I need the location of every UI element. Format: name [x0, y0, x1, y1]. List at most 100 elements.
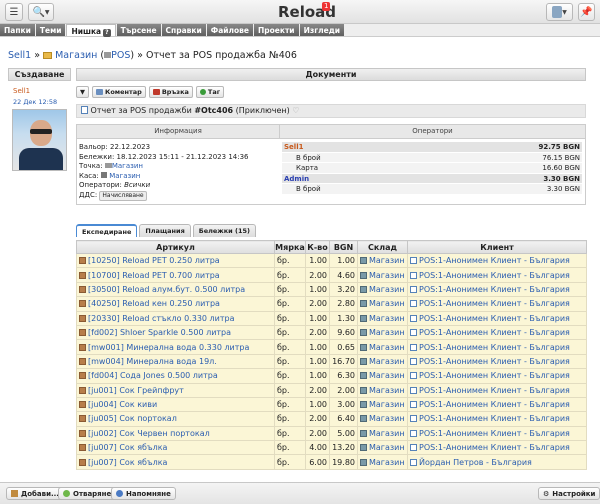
cell-client[interactable]: POS:1-Анонимен Клиент - България [407, 324, 587, 341]
cell-client[interactable]: POS:1-Анонимен Клиент - България [407, 296, 587, 312]
cell-warehouse[interactable]: Магазин [357, 252, 408, 269]
cell-article-text[interactable]: [fd002] Shloer Sparkle 0.500 литра [88, 328, 231, 337]
cell-article-text[interactable]: [ju007] Сок ябълка [88, 443, 167, 452]
cell-warehouse-text[interactable]: Магазин [369, 343, 405, 352]
cell-article-text[interactable]: [ju001] Сок Грейпфрут [88, 386, 184, 395]
cell-article[interactable]: [mw001] Минерална вода 0.330 литра [76, 339, 275, 355]
breadcrumb-pos[interactable]: POS [111, 50, 130, 61]
open-button[interactable]: Отваряне [58, 487, 117, 500]
cell-warehouse-text[interactable]: Магазин [369, 429, 405, 438]
cell-article[interactable]: [30500] Reload алум.бут. 0.500 литра [76, 281, 275, 298]
cell-warehouse[interactable]: Магазин [357, 382, 408, 398]
col-warehouse[interactable]: Склад [357, 240, 408, 254]
comment-button[interactable]: Коментар [92, 86, 146, 98]
cell-warehouse-text[interactable]: Магазин [369, 314, 405, 323]
cell-warehouse-text[interactable]: Магазин [369, 256, 405, 265]
table-row[interactable]: [fd002] Shloer Sparkle 0.500 литра бр. 2.0… [76, 324, 587, 341]
cell-article[interactable]: [10700] Reload PET 0.700 литра [76, 267, 275, 283]
tab-notes[interactable]: Бележки (15) [192, 224, 256, 237]
cell-article-text[interactable]: [30500] Reload алум.бут. 0.500 литра [88, 285, 245, 294]
cell-article[interactable]: [ju005] Сок портокал [76, 411, 275, 427]
cell-client-text[interactable]: POS:1-Анонимен Клиент - България [419, 429, 570, 438]
cell-article-text[interactable]: [fd004] Сода Jones 0.500 литра [88, 371, 218, 380]
table-row[interactable]: [mw001] Минерална вода 0.330 литра бр. 1.0… [76, 339, 587, 355]
help-icon[interactable]: ? [103, 29, 111, 37]
cell-client-text[interactable]: POS:1-Анонимен Клиент - България [419, 443, 570, 452]
cell-article[interactable]: [10250] Reload PET 0.250 литра [76, 252, 275, 269]
tab-payments[interactable]: Плащания [139, 224, 191, 237]
cell-article-text[interactable]: [ju005] Сок портокал [88, 414, 177, 423]
cell-article[interactable]: [fd002] Shloer Sparkle 0.500 литра [76, 324, 275, 341]
cell-warehouse-text[interactable]: Магазин [369, 371, 405, 380]
cell-warehouse-text[interactable]: Магазин [369, 285, 405, 294]
breadcrumb-store[interactable]: Магазин [55, 50, 97, 61]
cell-client-text[interactable]: POS:1-Анонимен Клиент - България [419, 371, 570, 380]
cell-warehouse-text[interactable]: Магазин [369, 328, 405, 337]
cell-article-text[interactable]: [mw001] Минерална вода 0.330 литра [88, 343, 249, 352]
cell-warehouse[interactable]: Магазин [357, 411, 408, 427]
cell-warehouse[interactable]: Магазин [357, 267, 408, 283]
cell-warehouse[interactable]: Магазин [357, 425, 408, 442]
expand-button[interactable]: ▼ [76, 86, 89, 98]
cell-warehouse[interactable]: Магазин [357, 339, 408, 355]
cell-article-text[interactable]: [ju002] Сок Червен портокал [88, 429, 210, 438]
cell-client-text[interactable]: POS:1-Анонимен Клиент - България [419, 285, 570, 294]
cell-client[interactable]: POS:1-Анонимен Клиент - България [407, 310, 587, 326]
cell-client[interactable]: POS:1-Анонимен Клиент - България [407, 281, 587, 298]
nav-topics[interactable]: Теми [35, 24, 66, 36]
cell-client-text[interactable]: POS:1-Анонимен Клиент - България [419, 256, 570, 265]
cell-client-text[interactable]: POS:1-Анонимен Клиент - България [419, 314, 570, 323]
cell-article[interactable]: [fd004] Сода Jones 0.500 литра [76, 368, 275, 384]
cell-article[interactable]: [ju004] Сок киви [76, 396, 275, 413]
cell-client-text[interactable]: POS:1-Анонимен Клиент - България [419, 343, 570, 352]
tag-button[interactable]: Таг [195, 86, 225, 98]
nav-folders[interactable]: Папки [0, 24, 35, 36]
nav-projects[interactable]: Проекти [253, 24, 299, 36]
table-row[interactable]: [mw004] Минерална вода 19л. бр. 1.00 16.70 М… [76, 353, 587, 370]
operator-name[interactable]: Sell1 [284, 142, 303, 152]
tab-shipping[interactable]: Експедиране [76, 224, 138, 237]
link-button[interactable]: Връзка [148, 86, 193, 98]
cell-article[interactable]: [ju001] Сок Грейпфрут [76, 382, 275, 398]
cell-client[interactable]: POS:1-Анонимен Клиент - България [407, 339, 587, 355]
table-row[interactable]: [fd004] Сода Jones 0.500 литра бр. 1.00 6.3… [76, 368, 587, 384]
cash-link[interactable]: Магазин [109, 172, 140, 180]
cell-client[interactable]: POS:1-Анонимен Клиент - България [407, 382, 587, 398]
nav-thread[interactable]: Нишка? [66, 24, 116, 37]
cell-warehouse[interactable]: Магазин [357, 368, 408, 384]
table-row[interactable]: [20330] Reload стъкло 0.330 литра бр. 1.00… [76, 310, 587, 326]
table-row[interactable]: [30500] Reload алум.бут. 0.500 литра бр. 1… [76, 281, 587, 298]
cell-client[interactable]: POS:1-Анонимен Клиент - България [407, 396, 587, 413]
operator-name[interactable]: Admin [284, 174, 309, 184]
menu-button[interactable]: ☰ [5, 3, 23, 21]
table-row[interactable]: [ju005] Сок портокал бр. 2.00 6.40 Магазин PO… [76, 411, 587, 427]
col-qty[interactable]: К-во [305, 240, 330, 254]
cell-client-text[interactable]: POS:1-Анонимен Клиент - България [419, 414, 570, 423]
col-bgn[interactable]: BGN [329, 240, 358, 254]
cell-article[interactable]: [ju002] Сок Червен портокал [76, 425, 275, 442]
avatar[interactable] [12, 109, 67, 171]
cell-client-text[interactable]: POS:1-Анонимен Клиент - България [419, 328, 570, 337]
col-client[interactable]: Клиент [407, 240, 587, 254]
cell-warehouse[interactable]: Магазин [357, 454, 408, 470]
cell-client-text[interactable]: POS:1-Анонимен Клиент - България [419, 357, 570, 366]
breadcrumb-root[interactable]: Sell1 [8, 50, 31, 61]
cell-client-text[interactable]: POS:1-Анонимен Клиент - България [419, 271, 570, 280]
cell-warehouse[interactable]: Магазин [357, 324, 408, 341]
point-link[interactable]: Магазин [112, 162, 143, 170]
cell-client[interactable]: POS:1-Анонимен Клиент - България [407, 353, 587, 370]
table-row[interactable]: [ju004] Сок киви бр. 1.00 3.00 Магазин POS:1-… [76, 396, 587, 413]
cell-warehouse[interactable]: Магазин [357, 310, 408, 326]
nav-reports[interactable]: Справки [161, 24, 206, 36]
cell-client-text[interactable]: POS:1-Анонимен Клиент - България [419, 386, 570, 395]
add-button[interactable]: Добави... [6, 487, 64, 500]
cell-warehouse[interactable]: Магазин [357, 281, 408, 298]
cell-warehouse[interactable]: Магазин [357, 353, 408, 370]
table-row[interactable]: [10700] Reload PET 0.700 литра бр. 2.00 4.6… [76, 267, 587, 283]
cell-warehouse-text[interactable]: Магазин [369, 386, 405, 395]
cell-warehouse-text[interactable]: Магазин [369, 271, 405, 280]
table-row[interactable]: [40250] Reload кен 0.250 литра бр. 2.00 2.8… [76, 296, 587, 312]
table-row[interactable]: [ju007] Сок ябълка бр. 4.00 13.20 Магазин POS… [76, 440, 587, 456]
table-row[interactable]: [10250] Reload PET 0.250 литра бр. 1.00 1.0… [76, 252, 587, 269]
cell-warehouse-text[interactable]: Магазин [369, 299, 405, 308]
